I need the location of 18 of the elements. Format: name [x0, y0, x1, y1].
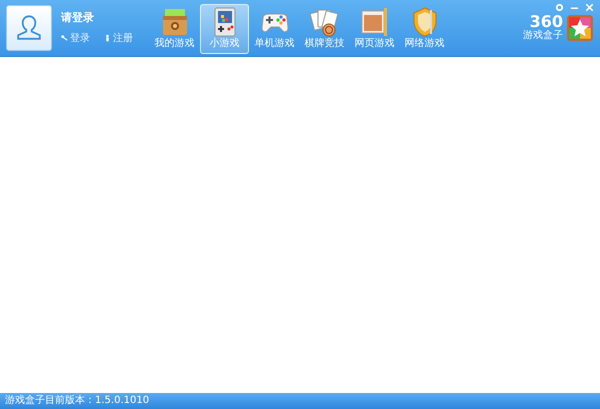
- login-prompt: 请登录: [61, 10, 95, 25]
- nav-tab[interactable]: 网络游戏: [400, 4, 449, 54]
- key-icon: [61, 34, 68, 42]
- logo-number: 360: [530, 14, 563, 30]
- avatar-placeholder[interactable]: [6, 5, 52, 51]
- logo-name: 游戏盒子: [523, 30, 563, 42]
- nav-tab[interactable]: 小游戏: [200, 4, 249, 54]
- close-icon[interactable]: [585, 3, 594, 12]
- nav-tab[interactable]: 我的游戏: [150, 4, 199, 54]
- version-text: 游戏盒子目前版本：1.5.0.1010: [5, 395, 150, 406]
- settings-icon[interactable]: [555, 3, 564, 12]
- login-link[interactable]: 登录: [61, 31, 90, 45]
- nav-tab[interactable]: 网页游戏: [350, 4, 399, 54]
- person-icon: [104, 34, 111, 42]
- nav-tab[interactable]: 棋牌竞技: [300, 4, 349, 54]
- register-link[interactable]: 注册: [104, 31, 133, 45]
- logo-icon: [566, 14, 594, 42]
- nav-tab[interactable]: 单机游戏: [250, 4, 299, 54]
